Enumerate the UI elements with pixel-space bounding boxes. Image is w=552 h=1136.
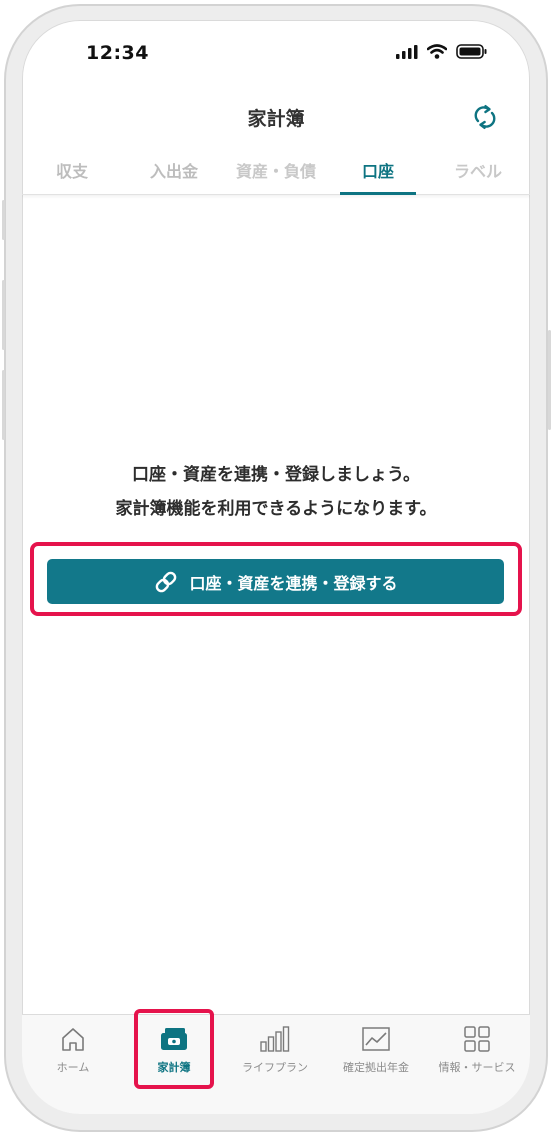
tab-assets-liabilities[interactable]: 資産・負債 <box>222 146 330 194</box>
grid-icon <box>463 1025 491 1053</box>
bar-chart-icon <box>259 1025 291 1053</box>
app-screen: 12:34 家計簿 収支 入出金 資産・負債 口座 ラベル 口座・資産を連携・登… <box>22 20 530 1114</box>
sync-icon <box>474 105 496 129</box>
link-button-label: 口座・資産を連携・登録する <box>189 573 398 593</box>
status-time: 12:34 <box>86 42 149 64</box>
nav-label: 情報・サービス <box>438 1061 516 1074</box>
battery-icon <box>456 44 487 59</box>
signal-icon <box>396 44 418 59</box>
tab-label: 入出金 <box>149 162 198 181</box>
tab-label: ラベル <box>453 162 502 181</box>
nav-label: ライフプラン <box>242 1061 308 1074</box>
phone-side-button <box>2 280 5 350</box>
tab-bar: 収支 入出金 資産・負債 口座 ラベル <box>22 146 530 195</box>
tab-accounts[interactable]: 口座 <box>340 146 416 194</box>
nav-item-info-services[interactable]: 情報・サービス <box>426 1015 528 1095</box>
nav-label: ホーム <box>56 1061 90 1074</box>
tab-income-expense[interactable]: 収支 <box>34 146 110 194</box>
nav-label: 確定拠出年金 <box>343 1061 409 1074</box>
nav-item-home[interactable]: ホーム <box>22 1015 124 1095</box>
empty-state-message: 口座・資産を連携・登録しましょう。 家計簿機能を利用できるようになります。 <box>22 458 530 526</box>
empty-state-line-2: 家計簿機能を利用できるようになります。 <box>115 499 437 519</box>
link-icon <box>156 571 177 592</box>
empty-state-line-1: 口座・資産を連携・登録しましょう。 <box>132 465 420 485</box>
tab-label: 資産・負債 <box>235 162 316 181</box>
phone-side-button <box>548 330 551 430</box>
status-bar: 12:34 <box>22 20 530 90</box>
phone-side-button <box>2 370 5 440</box>
app-header: 家計簿 <box>22 90 530 142</box>
line-chart-icon <box>361 1025 391 1053</box>
status-icons <box>396 44 488 59</box>
tab-labels[interactable]: ラベル <box>438 146 518 194</box>
home-icon <box>59 1025 87 1053</box>
nav-item-defined-contribution[interactable]: 確定拠出年金 <box>325 1015 427 1095</box>
nav-item-life-plan[interactable]: ライフプラン <box>224 1015 326 1095</box>
bottom-nav: ホーム 家計簿 ライフプラン 確定拠出年金 情報・サービス <box>22 1009 530 1114</box>
link-accounts-button[interactable]: 口座・資産を連携・登録する <box>47 559 504 604</box>
active-tab-indicator <box>340 192 416 195</box>
sync-button[interactable] <box>470 102 500 132</box>
tab-label: 口座 <box>361 162 394 181</box>
tab-label: 収支 <box>55 162 88 181</box>
tab-deposits-withdrawals[interactable]: 入出金 <box>134 146 214 194</box>
wifi-icon <box>427 44 447 59</box>
page-title: 家計簿 <box>247 108 305 130</box>
phone-side-button <box>2 200 5 240</box>
nav-highlight-frame <box>134 1009 214 1089</box>
